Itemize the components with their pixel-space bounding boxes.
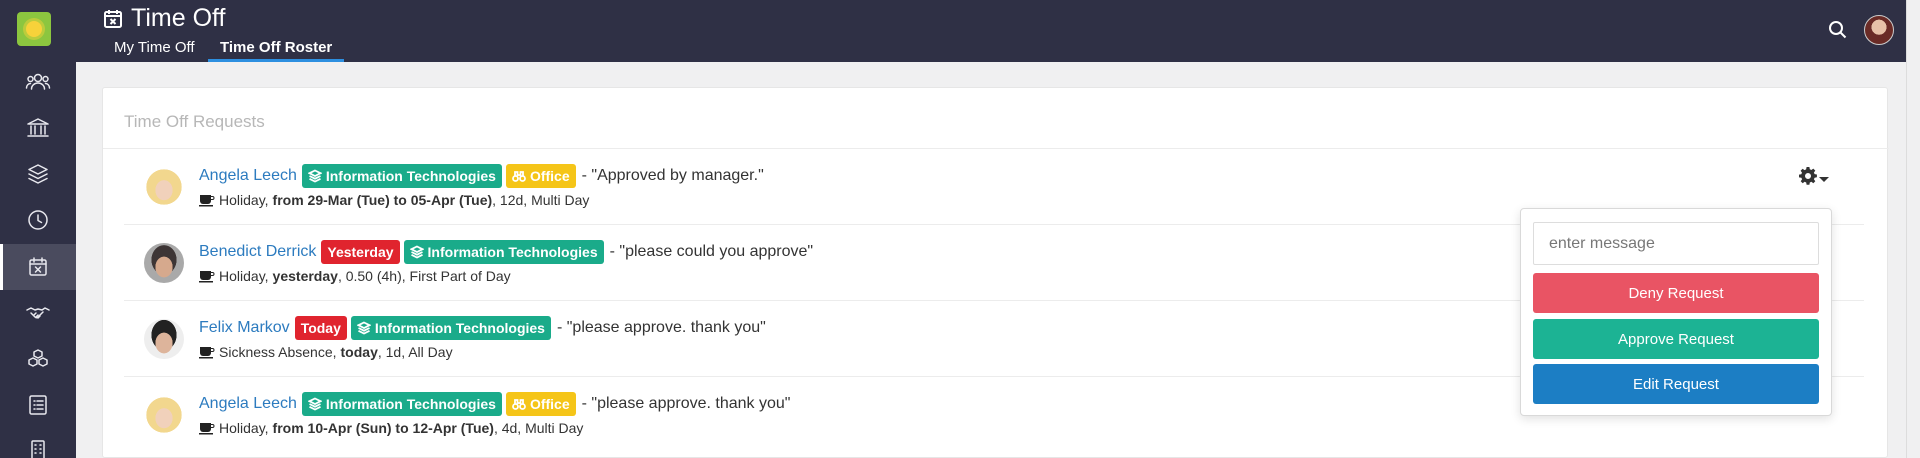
deny-request-button[interactable]: Deny Request	[1533, 273, 1819, 313]
binoculars-icon	[512, 171, 526, 182]
coffee-icon	[199, 271, 215, 283]
sidebar-item-time-off[interactable]	[0, 244, 76, 290]
request-header: Angela Leech Information Technologies Of…	[199, 164, 764, 188]
message-input[interactable]	[1533, 222, 1819, 265]
leave-type: Sickness Absence,	[219, 344, 337, 360]
sidebar-item-tasks[interactable]	[0, 382, 76, 428]
request-details: Holiday, yesterday, 0.50 (4h), First Par…	[199, 268, 511, 284]
leave-duration: , 0.50 (4h), First Part of Day	[337, 268, 511, 284]
department-badge: Information Technologies	[301, 164, 502, 188]
layers-icon	[307, 397, 322, 411]
request-comment: - "please approve. thank you"	[581, 395, 791, 412]
scrollbar[interactable]	[1906, 0, 1920, 458]
coffee-icon	[199, 347, 215, 359]
users-icon	[25, 73, 51, 90]
coffee-icon	[199, 423, 215, 435]
request-comment: - "please could you approve"	[609, 243, 814, 260]
office-badge-label: Office	[529, 168, 570, 184]
leave-period: yesterday	[272, 268, 338, 284]
layers-icon	[356, 321, 371, 335]
page-title: Time Off	[103, 4, 225, 33]
approve-request-button[interactable]: Approve Request	[1533, 319, 1819, 359]
date-badge: Yesterday	[321, 240, 400, 264]
sidebar-item-company[interactable]	[0, 105, 76, 151]
request-details: Sickness Absence, today, 1d, All Day	[199, 344, 453, 360]
layers-icon	[307, 169, 322, 183]
leave-duration: , 12d, Multi Day	[492, 192, 590, 208]
search-button[interactable]	[1827, 19, 1849, 41]
cubes-icon	[28, 349, 48, 367]
leave-type: Holiday,	[219, 268, 269, 284]
leave-type: Holiday,	[219, 420, 269, 436]
request-header: Felix Markov Today Information Technolog…	[199, 316, 766, 340]
office-badge-label: Office	[529, 396, 570, 412]
department-badge: Information Technologies	[350, 316, 551, 340]
actions-menu-button[interactable]	[1798, 166, 1829, 186]
request-header: Benedict Derrick Yesterday Information T…	[199, 240, 813, 264]
sidebar-item-departments[interactable]	[0, 151, 76, 197]
calendar-x-icon	[29, 257, 47, 276]
coffee-icon	[199, 195, 215, 207]
avatar	[144, 319, 184, 359]
tab-my-time-off[interactable]: My Time Off	[114, 38, 195, 62]
request-comment: - "Approved by manager."	[581, 167, 764, 184]
sidebar-item-partners[interactable]	[0, 290, 76, 336]
sidebar-item-people[interactable]	[0, 59, 76, 105]
page-title-text: Time Off	[131, 4, 226, 32]
leave-period: today	[340, 344, 378, 360]
employee-name-link[interactable]: Angela Leech	[199, 395, 297, 413]
leave-period: from 10-Apr (Sun) to 12-Apr (Tue)	[272, 420, 494, 436]
search-icon	[1829, 21, 1847, 39]
tab-time-off-roster[interactable]: Time Off Roster	[208, 38, 345, 62]
binoculars-icon	[512, 399, 526, 410]
leave-type: Holiday,	[219, 192, 269, 208]
sidebar	[0, 0, 76, 458]
edit-request-button[interactable]: Edit Request	[1533, 364, 1819, 404]
employee-name-link[interactable]: Felix Markov	[199, 319, 290, 337]
sidebar-item-time[interactable]	[0, 197, 76, 243]
avatar	[144, 395, 184, 435]
app-logo[interactable]	[17, 12, 51, 46]
employee-name-link[interactable]: Angela Leech	[199, 167, 297, 185]
top-bar: Time Off My Time Off Time Off Roster	[76, 0, 1920, 62]
department-badge-label: Information Technologies	[325, 168, 496, 184]
department-badge: Information Technologies	[403, 240, 604, 264]
bank-icon	[27, 118, 49, 137]
request-header: Angela Leech Information Technologies Of…	[199, 392, 790, 416]
user-avatar[interactable]	[1864, 15, 1894, 45]
avatar	[144, 243, 184, 283]
handshake-icon	[26, 307, 50, 319]
department-badge-label: Information Technologies	[325, 396, 496, 412]
request-actions-dropdown: Deny Request Approve Request Edit Reques…	[1520, 208, 1832, 416]
department-badge-label: Information Technologies	[374, 320, 545, 336]
clock-icon	[28, 210, 48, 230]
calendar-x-icon	[104, 9, 122, 28]
office-badge: Office	[505, 392, 576, 416]
request-comment: - "please approve. thank you"	[556, 319, 766, 336]
request-details: Holiday, from 10-Apr (Sun) to 12-Apr (Tu…	[199, 420, 583, 436]
layers-icon	[28, 164, 48, 184]
leave-duration: , 1d, All Day	[377, 344, 453, 360]
leave-duration: , 4d, Multi Day	[493, 420, 584, 436]
layers-icon	[409, 245, 424, 259]
sun-icon	[26, 21, 42, 37]
gear-icon	[1799, 167, 1817, 185]
leave-period: from 29-Mar (Tue) to 05-Apr (Tue)	[272, 192, 493, 208]
sidebar-item-buildings[interactable]	[0, 428, 76, 458]
checklist-icon	[29, 395, 47, 415]
department-badge: Information Technologies	[301, 392, 502, 416]
office-badge: Office	[505, 164, 576, 188]
department-badge-label: Information Technologies	[427, 244, 598, 260]
building-icon	[31, 440, 45, 458]
card-title: Time Off Requests	[124, 112, 265, 131]
avatar	[144, 167, 184, 207]
request-details: Holiday, from 29-Mar (Tue) to 05-Apr (Tu…	[199, 192, 589, 208]
date-badge: Today	[294, 316, 347, 340]
sidebar-item-assets[interactable]	[0, 336, 76, 382]
chevron-down-icon	[1819, 177, 1829, 182]
employee-name-link[interactable]: Benedict Derrick	[199, 243, 316, 261]
